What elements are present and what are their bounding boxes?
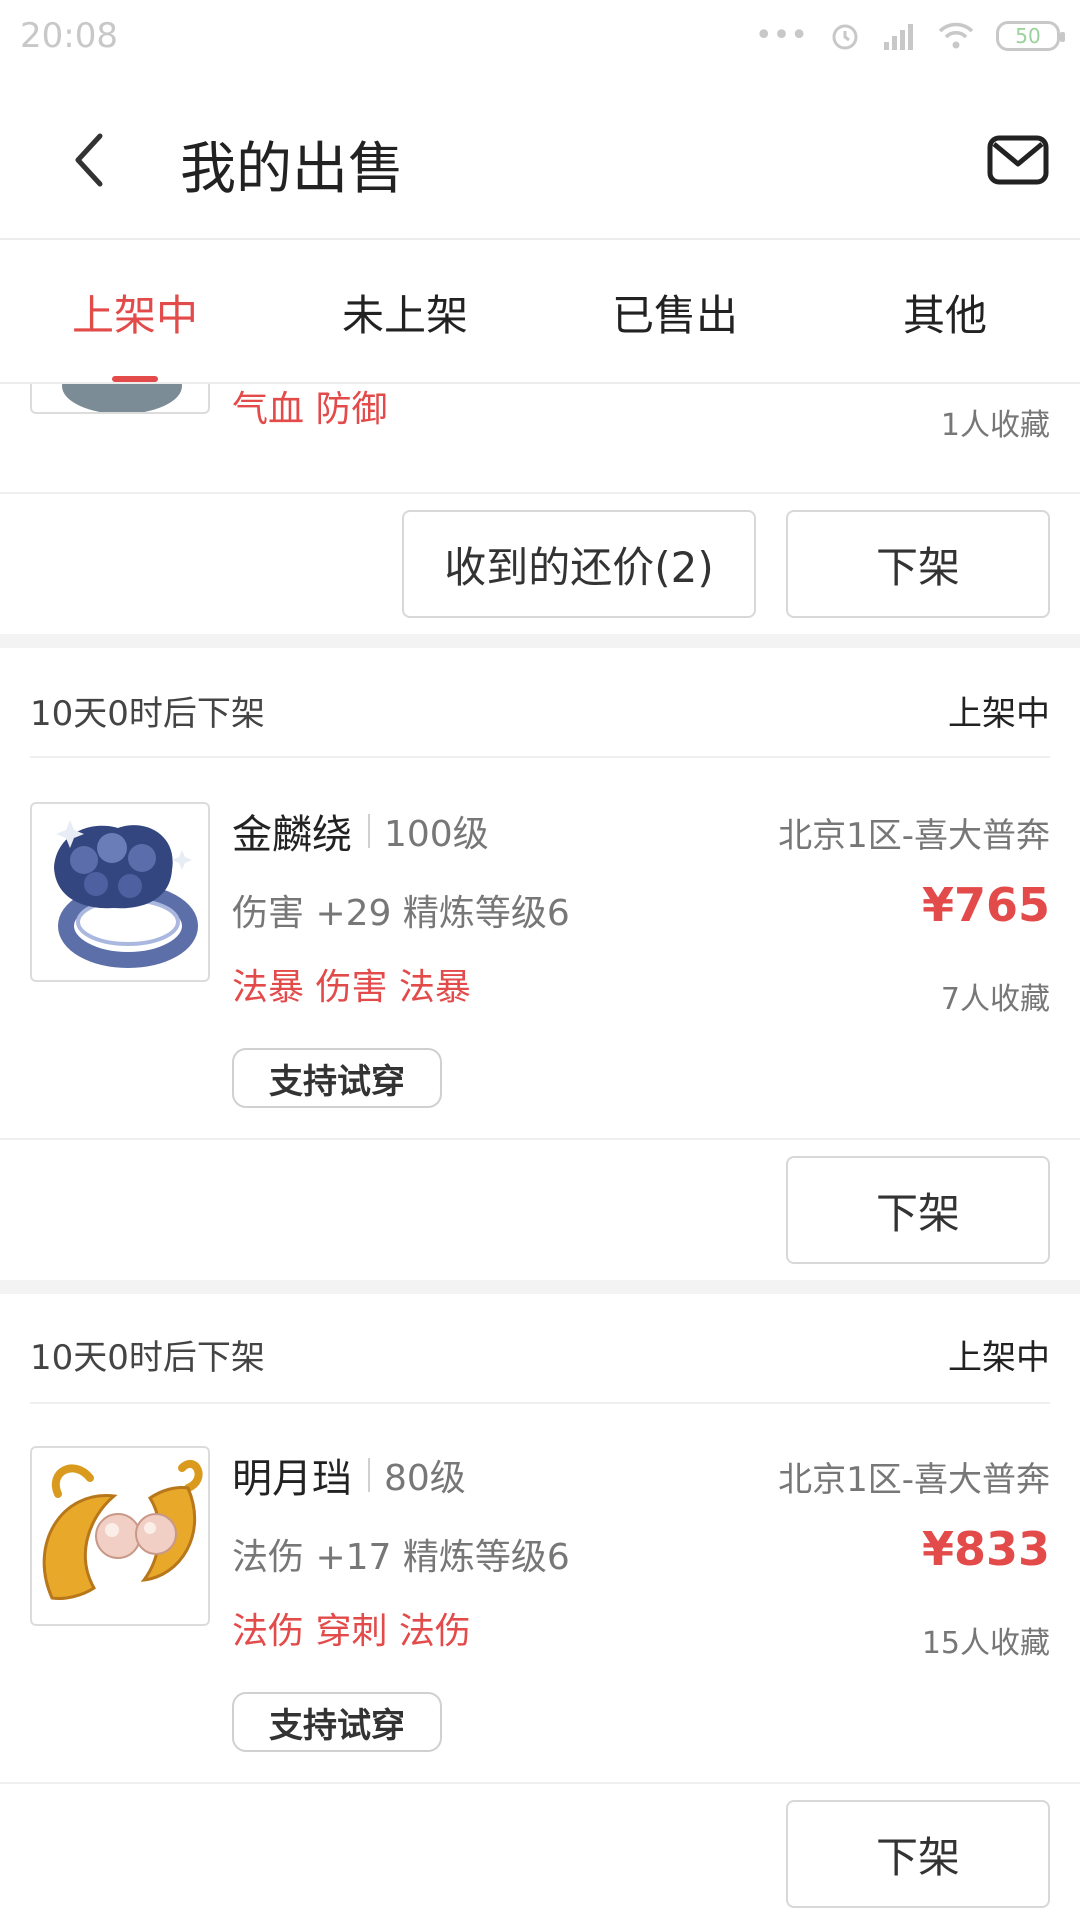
- back-button[interactable]: [50, 120, 130, 200]
- favorite-count: 1人收藏: [940, 408, 1050, 443]
- item-thumbnail[interactable]: [30, 802, 210, 982]
- active-tab-indicator: [112, 376, 158, 382]
- item-attributes: 法伤 +17 精炼等级6: [232, 1537, 570, 1578]
- delist-button[interactable]: 下架: [786, 1156, 1050, 1264]
- status-icons: ••• 50: [754, 18, 1065, 53]
- tab-other[interactable]: 其他: [810, 242, 1080, 382]
- divider: [30, 1402, 1050, 1404]
- status-time: 20:08: [20, 16, 118, 56]
- item-tags: 法暴 伤害 法暴: [232, 967, 471, 1008]
- item-name-row: 金麟绕 100级: [232, 802, 489, 860]
- signal-icon: [884, 23, 913, 50]
- listing-status: 上架中: [948, 1338, 1050, 1378]
- delist-timer: 10天0时后下架: [30, 694, 265, 734]
- item-name: 明月珰: [232, 1456, 352, 1502]
- divider: [30, 756, 1050, 758]
- item-tags: 气血 防御: [232, 389, 388, 430]
- delist-timer: 10天0时后下架: [30, 1338, 265, 1378]
- server-name: 北京1区-喜大普奔: [778, 1460, 1050, 1500]
- divider: [0, 1782, 1080, 1784]
- earring-icon: [42, 1460, 203, 1600]
- listing-status: 上架中: [948, 694, 1050, 734]
- tab-sold[interactable]: 已售出: [540, 242, 810, 382]
- name-separator: [368, 814, 370, 848]
- ring-icon: [54, 820, 198, 968]
- name-separator: [368, 1458, 370, 1492]
- item-thumbnail[interactable]: [30, 1446, 210, 1626]
- item-price: ¥765: [921, 878, 1050, 932]
- listing-scroll-area[interactable]: 气血 防御 1人收藏 收到的还价(2) 下架 10天0时后下架 上架中 金麟绕 …: [0, 384, 1080, 1920]
- favorite-count: 15人收藏: [921, 1626, 1050, 1661]
- status-bar: 20:08 ••• 50: [0, 0, 1080, 80]
- tab-label: 已售出: [611, 290, 738, 340]
- item-level: 80级: [384, 1458, 466, 1499]
- more-dots-icon: •••: [754, 18, 808, 53]
- chevron-left-icon: [75, 133, 103, 187]
- item-tags: 法伤 穿刺 法伤: [232, 1611, 471, 1652]
- tab-bar: 上架中 未上架 已售出 其他: [0, 242, 1080, 384]
- alarm-icon: [832, 24, 858, 49]
- item-image-icon: [62, 384, 182, 412]
- divider: [0, 492, 1080, 494]
- received-offers-button[interactable]: 收到的还价(2): [402, 510, 756, 618]
- page-title: 我的出售: [180, 137, 404, 202]
- item-name-row: 明月珰 80级: [232, 1446, 466, 1504]
- delist-button[interactable]: 下架: [786, 510, 1050, 618]
- item-price: ¥833: [921, 1522, 1050, 1576]
- server-name: 北京1区-喜大普奔: [778, 816, 1050, 856]
- item-thumbnail[interactable]: [30, 384, 210, 414]
- try-on-badge[interactable]: 支持试穿: [232, 1048, 442, 1108]
- message-button[interactable]: [984, 126, 1052, 194]
- tab-on-sale[interactable]: 上架中: [0, 242, 270, 382]
- tab-not-listed[interactable]: 未上架: [270, 242, 540, 382]
- tab-label: 未上架: [341, 290, 468, 340]
- battery-icon: 50: [996, 20, 1065, 51]
- wifi-icon: [938, 22, 974, 48]
- envelope-icon: [987, 135, 1049, 185]
- tab-label: 其他: [902, 290, 987, 340]
- section-gap: [0, 634, 1080, 648]
- item-attributes: 伤害 +29 精炼等级6: [232, 893, 570, 934]
- divider: [0, 1138, 1080, 1140]
- nav-header: 我的出售: [0, 80, 1080, 240]
- delist-button[interactable]: 下架: [786, 1800, 1050, 1908]
- tab-label: 上架中: [71, 290, 198, 340]
- item-level: 100级: [384, 814, 489, 855]
- section-gap: [0, 1280, 1080, 1294]
- battery-level: 50: [1015, 23, 1041, 48]
- try-on-badge[interactable]: 支持试穿: [232, 1692, 442, 1752]
- item-name: 金麟绕: [232, 812, 352, 858]
- favorite-count: 7人收藏: [940, 982, 1050, 1017]
